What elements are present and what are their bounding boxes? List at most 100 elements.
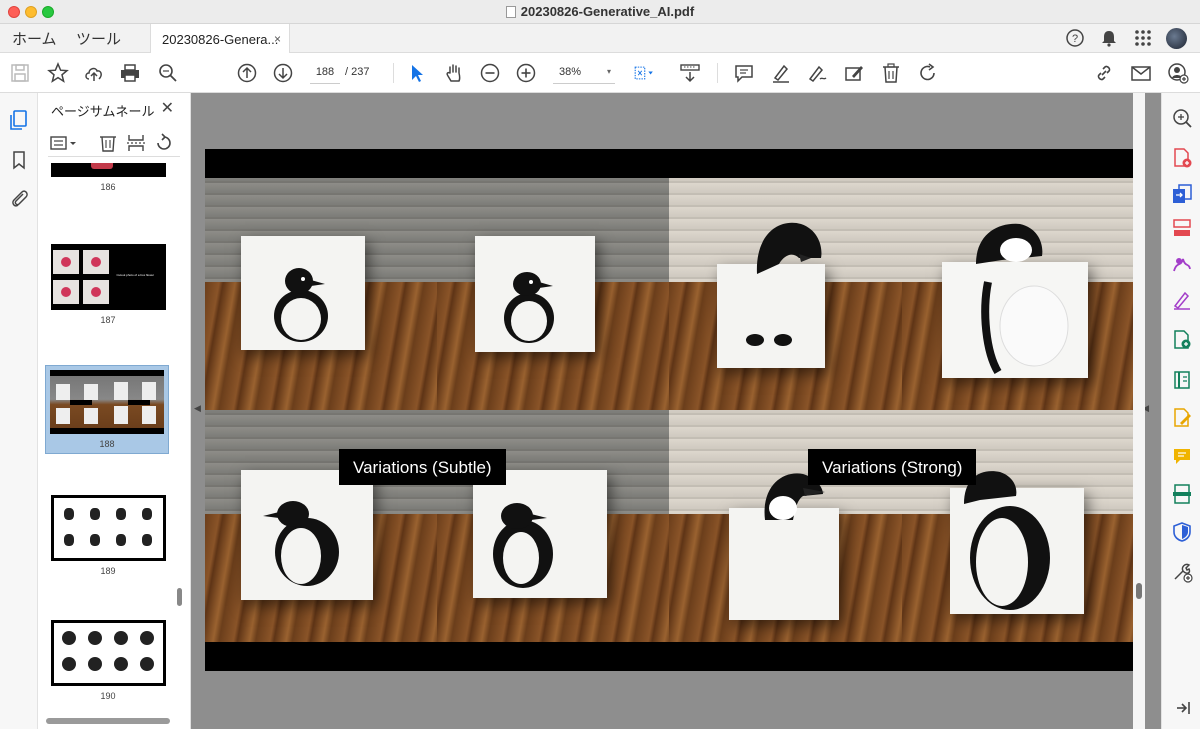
toolbar-divider: [717, 63, 718, 83]
zoom-in-icon[interactable]: [515, 62, 537, 84]
left-navigation-rail: [0, 93, 38, 729]
split-page-icon[interactable]: [126, 133, 146, 153]
more-tools-icon[interactable]: [1171, 561, 1193, 583]
document-icon: [505, 6, 516, 18]
select-cursor-icon[interactable]: [406, 62, 428, 84]
document-scrollbar[interactable]: [1133, 93, 1145, 729]
upload-cloud-icon[interactable]: [83, 62, 105, 84]
label-variations-strong: Variations (Strong): [808, 449, 977, 485]
hand-tool-icon[interactable]: [443, 62, 465, 84]
generated-image: [205, 410, 437, 642]
thumbnail-page-number: 190: [100, 691, 116, 701]
collapse-left-panel-button[interactable]: ◀: [194, 403, 201, 414]
right-tools-rail: [1161, 93, 1200, 729]
label-variations-subtle: Variations (Subtle): [339, 449, 506, 485]
penguin-box: [950, 488, 1084, 614]
email-icon[interactable]: [1130, 62, 1152, 84]
bookmark-icon[interactable]: [8, 149, 30, 171]
tab-document[interactable]: 20230826-Genera... ×: [150, 24, 290, 53]
comment-icon[interactable]: [733, 62, 755, 84]
rotate-page-icon[interactable]: [154, 133, 174, 153]
page-thumbnails-icon[interactable]: [8, 109, 30, 131]
generated-image: [669, 178, 902, 410]
save-icon[interactable]: [9, 62, 31, 84]
help-icon[interactable]: ?: [1065, 28, 1085, 48]
create-pdf-icon[interactable]: [1171, 147, 1193, 169]
menu-tools[interactable]: ツール: [76, 28, 121, 49]
bookmark-star-icon[interactable]: [47, 62, 69, 84]
thumbnail-horizontal-scrollbar[interactable]: [46, 718, 170, 724]
edit-pdf-icon[interactable]: [1171, 407, 1193, 429]
avatar[interactable]: [1166, 28, 1187, 49]
thumbnail-options-icon[interactable]: [50, 133, 78, 153]
page-number-input[interactable]: 188: [310, 62, 340, 84]
main-toolbar: 188 / 237 38% ▾: [0, 53, 1200, 93]
zoom-search-icon[interactable]: [1171, 107, 1193, 129]
thumbnail-scrollbar[interactable]: [177, 588, 182, 606]
thumbnail-item-selected[interactable]: 188: [45, 365, 169, 454]
compress-pdf-icon[interactable]: [1171, 369, 1193, 391]
pdf-page: Variations (Subtle) Variations (Strong): [205, 149, 1134, 671]
penguin-box: [241, 470, 373, 600]
add-user-icon[interactable]: [1167, 62, 1189, 84]
thumbnail-item[interactable]: 186: [50, 163, 166, 192]
penguin-box: [475, 236, 595, 352]
zoom-level-select[interactable]: 38% ▾: [553, 62, 615, 84]
fit-page-icon[interactable]: [633, 62, 663, 84]
fill-sign-icon[interactable]: [1171, 253, 1193, 275]
attachment-icon[interactable]: [8, 187, 30, 209]
request-signature-icon[interactable]: [1171, 289, 1193, 311]
delete-page-icon[interactable]: [98, 133, 118, 153]
menu-home[interactable]: ホーム: [12, 28, 57, 49]
tab-bar: ホーム ツール 20230826-Genera... × ?: [0, 24, 1200, 53]
apps-grid-icon[interactable]: [1133, 28, 1153, 48]
thumbnail-image: [50, 163, 166, 177]
search-icon[interactable]: [157, 62, 179, 84]
penguin-box: [241, 236, 365, 350]
generated-image: [669, 410, 902, 642]
comment-tool-icon[interactable]: [1171, 445, 1193, 467]
print-icon[interactable]: [119, 62, 141, 84]
penguin-box: [473, 470, 607, 598]
thumbnail-image: Cutout photo of a box flower: [50, 244, 166, 310]
generated-image: [437, 178, 669, 410]
protect-shield-icon[interactable]: [1171, 521, 1193, 543]
tab-close-button[interactable]: ×: [274, 32, 281, 46]
thumbnail-image: [50, 370, 164, 434]
svg-text:?: ?: [1072, 33, 1078, 45]
thumbnail-page-number: 186: [100, 182, 116, 192]
close-panel-button[interactable]: ✕: [161, 98, 174, 118]
page-thumbnails-panel: ページサムネール ✕ 186 Cutout photo of a box flo…: [38, 93, 191, 729]
thumbnail-item[interactable]: Cutout photo of a box flower 187: [50, 244, 166, 325]
share-link-icon[interactable]: [1093, 62, 1115, 84]
penguin-head: [976, 223, 1043, 264]
delete-icon[interactable]: [880, 62, 902, 84]
rotate-icon[interactable]: [917, 62, 939, 84]
page-total: / 237: [345, 66, 370, 78]
thumbnail-image: [50, 620, 166, 686]
combine-files-icon[interactable]: [1171, 329, 1193, 351]
thumbnail-list: 186 Cutout photo of a box flower 187 188…: [38, 163, 178, 713]
panel-title: ページサムネール: [51, 104, 155, 119]
thumbnail-caption: Cutout photo of a box flower: [116, 273, 155, 277]
highlight-pen-icon[interactable]: [770, 62, 792, 84]
tab-label: 20230826-Genera...: [162, 32, 279, 47]
thumbnail-item[interactable]: 190: [50, 620, 166, 701]
scroll-mode-icon[interactable]: [679, 62, 701, 84]
thumbnail-page-number: 189: [100, 566, 116, 576]
penguin-box: [942, 262, 1088, 378]
collapse-tools-pane-icon[interactable]: [1171, 697, 1193, 719]
draw-icon[interactable]: [806, 62, 828, 84]
zoom-out-icon[interactable]: [479, 62, 501, 84]
thumbnail-image: [50, 495, 166, 561]
scan-ocr-icon[interactable]: [1171, 483, 1193, 505]
export-pdf-icon[interactable]: [1171, 183, 1193, 205]
document-scroll-thumb[interactable]: [1136, 583, 1142, 599]
previous-page-icon[interactable]: [236, 62, 258, 84]
document-view: ◀ Variations (Subtle) Variations (Strong…: [191, 93, 1161, 729]
organize-pages-icon[interactable]: [1171, 217, 1193, 239]
next-page-icon[interactable]: [272, 62, 294, 84]
thumbnail-item[interactable]: 189: [50, 495, 166, 576]
notification-bell-icon[interactable]: [1099, 28, 1119, 48]
edit-text-icon[interactable]: [843, 62, 865, 84]
